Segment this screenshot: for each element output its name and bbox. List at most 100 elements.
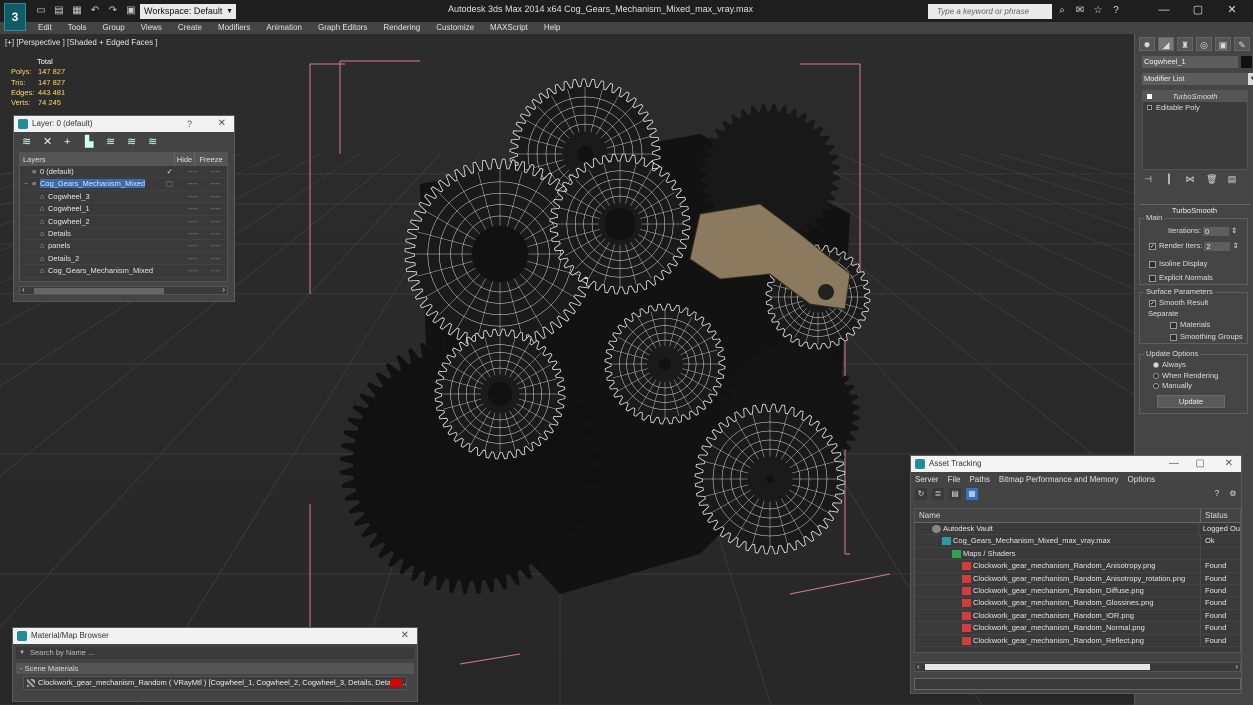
freeze-toggle[interactable]: ---- (204, 203, 227, 214)
render-iters-spinner[interactable]: 2 (1204, 241, 1231, 251)
add-to-layer-icon[interactable]: + (64, 136, 76, 150)
show-end-result-icon[interactable]: ┃ (1164, 174, 1174, 185)
menu-animation[interactable]: Animation (266, 22, 302, 34)
communication-center-icon[interactable]: ✉ (1074, 4, 1086, 18)
menu-options[interactable]: Options (1128, 472, 1156, 488)
spinner-arrows-icon[interactable]: ⇕ (1233, 241, 1239, 250)
freeze-toggle[interactable]: ---- (204, 191, 227, 202)
layer-window-titlebar[interactable]: Layer: 0 (default) ? ✕ (14, 116, 234, 132)
pin-stack-icon[interactable]: ⊣ (1143, 174, 1153, 185)
make-unique-icon[interactable]: ⋈ (1185, 174, 1195, 185)
close-icon[interactable]: ✕ (1215, 2, 1249, 18)
layer-list-scrollbar[interactable]: ‹ › (19, 285, 228, 295)
current-layer-box[interactable]: ▢ (158, 178, 181, 189)
wire-gear-center[interactable] (549, 153, 691, 295)
asset-row[interactable]: Cog_Gears_Mechanism_Mixed_max_vray.max Ok (915, 535, 1240, 548)
menu-server[interactable]: Server (915, 472, 939, 488)
menu-views[interactable]: Views (141, 22, 162, 34)
viewport-label[interactable]: [+] [Perspective ] [Shaded + Edged Faces… (5, 38, 158, 47)
close-icon[interactable]: ✕ (401, 628, 409, 644)
hide-toggle[interactable]: ---- (181, 166, 204, 177)
current-layer-check-icon[interactable]: ✓ (158, 166, 181, 177)
asset-row[interactable]: Maps / Shaders (915, 547, 1240, 561)
asset-list-scrollbar[interactable]: ‹ › (914, 662, 1241, 672)
select-objects-icon[interactable]: ▙ (85, 136, 97, 150)
workspace-dropdown[interactable]: Workspace: Default ▼ (140, 4, 236, 19)
binoculars-icon[interactable]: ⌕ (1056, 4, 1068, 18)
configure-sets-icon[interactable]: ▤ (1227, 174, 1237, 185)
asset-row[interactable]: Clockwork_gear_mechanism_Random_Anisotro… (915, 560, 1240, 573)
stack-item-editable-poly[interactable]: Editable Poly (1143, 102, 1247, 113)
project-folder-icon[interactable]: ▣ (124, 4, 138, 18)
col-hide[interactable]: Hide (175, 153, 195, 166)
object-color-swatch[interactable] (1241, 56, 1252, 68)
asset-row[interactable]: Clockwork_gear_mechanism_Random_Diffuse.… (915, 584, 1240, 598)
hide-toggle[interactable]: ---- (181, 228, 204, 239)
menu-bitmap-performance[interactable]: Bitmap Performance and Memory (999, 472, 1119, 488)
options-triangle-icon[interactable]: ▼ (19, 647, 25, 659)
minimize-icon[interactable]: — (1147, 2, 1181, 18)
menu-modifiers[interactable]: Modifiers (218, 22, 250, 34)
app-logo-icon[interactable]: 3 (4, 3, 26, 31)
close-icon[interactable]: ✕ (218, 116, 226, 132)
help-icon[interactable]: ? (187, 116, 192, 132)
highlight-layer-icon[interactable]: ≋ (106, 136, 118, 150)
menu-rendering[interactable]: Rendering (383, 22, 420, 34)
menu-tools[interactable]: Tools (68, 22, 87, 34)
hide-toggle[interactable]: ---- (181, 203, 204, 214)
expand-icon[interactable] (1147, 105, 1152, 110)
detail-view-icon[interactable]: ▤ (949, 488, 961, 500)
maximize-icon[interactable]: ▢ (1196, 456, 1205, 472)
menu-customize[interactable]: Customize (436, 22, 474, 34)
iterations-spinner[interactable]: 0 (1203, 226, 1230, 236)
manually-radio[interactable] (1153, 383, 1159, 390)
materials-checkbox[interactable] (1170, 321, 1177, 329)
hide-toggle[interactable]: ---- (181, 216, 204, 227)
menu-create[interactable]: Create (178, 22, 202, 34)
layer-object-row[interactable]: ⌂ panels ---- ---- (20, 240, 227, 253)
new-layer-icon[interactable]: ≋ (22, 136, 34, 150)
freeze-toggle[interactable]: ---- (204, 166, 227, 177)
minimize-icon[interactable]: — (1169, 456, 1179, 472)
list-view-icon[interactable]: ≣ (932, 488, 944, 500)
always-radio[interactable] (1153, 362, 1159, 369)
open-file-icon[interactable]: ▤ (52, 4, 66, 18)
layer-object-row[interactable]: ⌂ Cog_Gears_Mechanism_Mixed ---- ---- (20, 265, 227, 278)
hide-toggle[interactable]: ---- (181, 240, 204, 251)
freeze-toggle[interactable]: ---- (204, 253, 227, 264)
layer-object-row[interactable]: ⌂ Details_2 ---- ---- (20, 253, 227, 266)
col-layers[interactable]: Layers (20, 153, 175, 166)
search-input[interactable]: Type a keyword or phrase (928, 4, 1052, 19)
explicit-normals-checkbox[interactable] (1149, 274, 1156, 282)
modifier-list-dropdown[interactable]: Modifier List ▼ (1142, 73, 1253, 85)
scroll-right-icon[interactable]: › (222, 285, 225, 294)
asset-row[interactable]: Clockwork_gear_mechanism_Random_Normal.p… (915, 622, 1240, 635)
delete-layer-icon[interactable]: ✕ (43, 136, 55, 150)
collapse-icon[interactable]: − (24, 178, 32, 189)
refresh-icon[interactable]: ↻ (915, 488, 927, 500)
scrollbar-thumb[interactable] (34, 288, 164, 294)
maximize-icon[interactable]: ▢ (1181, 2, 1215, 18)
undo-icon[interactable]: ↶ (88, 4, 102, 18)
scrollbar-thumb[interactable] (925, 664, 1150, 670)
settings-icon[interactable]: ⚙ (1227, 488, 1239, 500)
modify-tab-icon[interactable]: ◢ (1158, 37, 1174, 51)
hide-toggle[interactable]: ---- (181, 178, 204, 189)
help-icon[interactable]: ? (1211, 488, 1223, 500)
when-rendering-radio[interactable] (1153, 373, 1159, 380)
freeze-toggle[interactable]: ---- (204, 178, 227, 189)
menu-group[interactable]: Group (102, 22, 124, 34)
remove-modifier-icon[interactable]: 🗑 (1206, 174, 1217, 185)
utilities-tab-icon[interactable]: ✎ (1234, 37, 1250, 51)
hide-toggle[interactable]: ---- (181, 191, 204, 202)
display-tab-icon[interactable]: ▣ (1215, 37, 1231, 51)
help-icon[interactable]: ? (1110, 4, 1122, 18)
layer-row[interactable]: ≡ 0 (default) ✓ ---- ---- (20, 166, 227, 179)
favorites-icon[interactable]: ☆ (1092, 4, 1104, 18)
motion-tab-icon[interactable]: ◎ (1196, 37, 1212, 51)
bulb-icon[interactable] (1147, 94, 1152, 99)
menu-file[interactable]: File (948, 472, 961, 488)
col-name[interactable]: Name (915, 509, 1201, 522)
hierarchy-tab-icon[interactable]: ♜ (1177, 37, 1193, 51)
wire-gear-lower-left[interactable] (434, 328, 566, 460)
